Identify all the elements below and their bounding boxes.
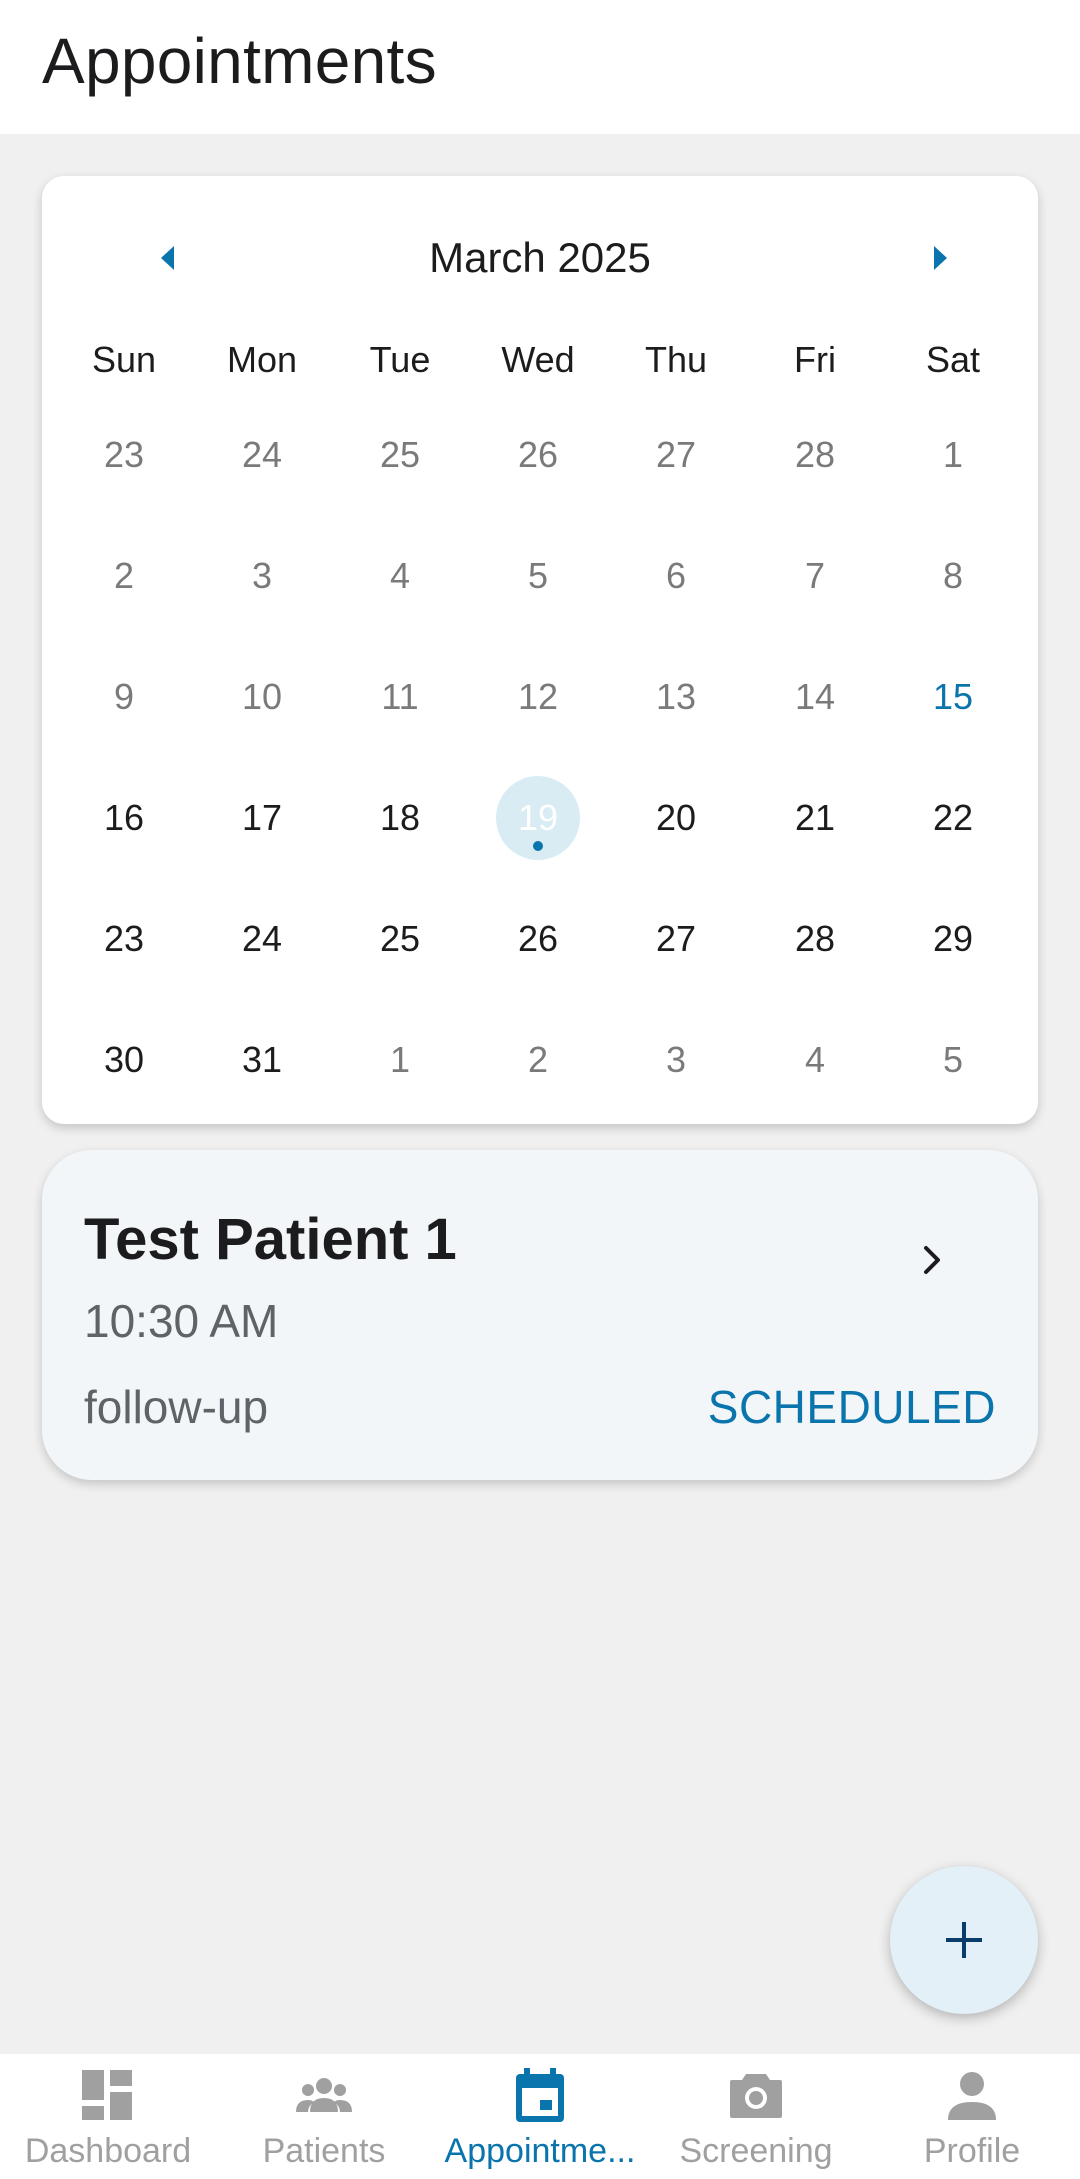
calendar-day[interactable]: 28 bbox=[765, 889, 865, 989]
person-icon bbox=[948, 2072, 996, 2120]
calendar-day[interactable]: 24 bbox=[212, 405, 312, 505]
calendar-day[interactable]: 4 bbox=[350, 526, 450, 626]
calendar-day[interactable]: 8 bbox=[903, 526, 1003, 626]
calendar-day[interactable]: 25 bbox=[350, 405, 450, 505]
calendar-day[interactable]: 30 bbox=[74, 1010, 174, 1110]
weekday-label: Wed bbox=[501, 339, 575, 380]
month-title: March 2025 bbox=[429, 234, 651, 281]
status-badge: SCHEDULED bbox=[707, 1381, 996, 1433]
calendar-card: March 2025 Sun Mon Tue Wed Thu Fri Sat 23 24 25 2… bbox=[42, 176, 1038, 1124]
calendar-day[interactable]: 1 bbox=[350, 1010, 450, 1110]
appointment-type: follow-up bbox=[84, 1381, 269, 1433]
calendar-header: March 2025 bbox=[42, 176, 1038, 326]
page-title: Appointments bbox=[42, 25, 437, 97]
nav-appointments[interactable]: Appointme... bbox=[432, 2054, 648, 2179]
nav-screening[interactable]: Screening bbox=[648, 2054, 864, 2179]
day-number: 19 bbox=[517, 797, 559, 838]
calendar-day[interactable]: 3 bbox=[626, 1010, 726, 1110]
nav-label-patients: Patients bbox=[262, 2132, 386, 2170]
nav-profile[interactable]: Profile bbox=[864, 2054, 1080, 2179]
weekday-row: Sun Mon Tue Wed Thu Fri Sat bbox=[42, 330, 1038, 390]
nav-label-appointments: Appointme... bbox=[444, 2132, 636, 2170]
appointment-indicator-dot bbox=[533, 841, 543, 851]
calendar-day[interactable]: 23 bbox=[74, 405, 174, 505]
calendar-day[interactable]: 7 bbox=[765, 526, 865, 626]
calendar-day[interactable]: 27 bbox=[626, 889, 726, 989]
calendar-day[interactable]: 24 bbox=[212, 889, 312, 989]
calendar-day[interactable]: 26 bbox=[488, 405, 588, 505]
nav-patients[interactable]: Patients bbox=[216, 2054, 432, 2179]
calendar-day[interactable]: 2 bbox=[488, 1010, 588, 1110]
nav-dashboard[interactable]: Dashboard bbox=[0, 2054, 216, 2179]
calendar-day-selected[interactable]: 19 bbox=[488, 768, 588, 868]
nav-label-profile: Profile bbox=[923, 2132, 1021, 2170]
bottom-navigation: Dashboard Patients Appointme... Screenin… bbox=[0, 2054, 1080, 2179]
calendar-day-today[interactable]: 15 bbox=[903, 647, 1003, 747]
nav-label-dashboard: Dashboard bbox=[24, 2132, 192, 2170]
appointment-time: 10:30 AM bbox=[84, 1295, 279, 1347]
calendar-day[interactable]: 10 bbox=[212, 647, 312, 747]
caret-right-icon bbox=[934, 246, 947, 270]
calendar-day[interactable]: 5 bbox=[903, 1010, 1003, 1110]
calendar-day[interactable]: 1 bbox=[903, 405, 1003, 505]
calendar-day[interactable]: 6 bbox=[626, 526, 726, 626]
calendar-day[interactable]: 18 bbox=[350, 768, 450, 868]
nav-label-screening: Screening bbox=[679, 2132, 833, 2170]
weekday-label: Thu bbox=[644, 339, 708, 380]
calendar-day[interactable]: 23 bbox=[74, 889, 174, 989]
patients-icon bbox=[296, 2078, 352, 2112]
camera-icon bbox=[730, 2074, 782, 2118]
chevron-right-icon bbox=[924, 1246, 940, 1274]
calendar-day[interactable]: 9 bbox=[74, 647, 174, 747]
calendar-day[interactable]: 3 bbox=[212, 526, 312, 626]
weekday-label: Tue bbox=[369, 339, 431, 380]
calendar-day[interactable]: 29 bbox=[903, 889, 1003, 989]
calendar-day[interactable]: 2 bbox=[74, 526, 174, 626]
add-appointment-button[interactable] bbox=[890, 1866, 1038, 2014]
calendar-day[interactable]: 16 bbox=[74, 768, 174, 868]
calendar-day[interactable]: 12 bbox=[488, 647, 588, 747]
plus-icon bbox=[946, 1922, 982, 1958]
app-header: Appointments bbox=[0, 0, 1080, 134]
calendar-day[interactable]: 20 bbox=[626, 768, 726, 868]
app-root: Appointments March 2025 Sun Mon Tue Wed Thu F… bbox=[0, 0, 1080, 2179]
calendar-day[interactable]: 31 bbox=[212, 1010, 312, 1110]
calendar-day[interactable]: 11 bbox=[350, 647, 450, 747]
weekday-label: Sun bbox=[91, 339, 157, 380]
weekday-label: Mon bbox=[226, 339, 298, 380]
dashboard-icon bbox=[82, 2070, 132, 2120]
calendar-icon bbox=[516, 2068, 564, 2122]
patient-name: Test Patient 1 bbox=[84, 1207, 457, 1272]
calendar-day[interactable]: 28 bbox=[765, 405, 865, 505]
appointment-card[interactable]: Test Patient 1 10:30 AM follow-up SCHEDU… bbox=[42, 1150, 1038, 1480]
calendar-day[interactable]: 14 bbox=[765, 647, 865, 747]
calendar-day[interactable]: 27 bbox=[626, 405, 726, 505]
calendar-day[interactable]: 22 bbox=[903, 768, 1003, 868]
calendar-day[interactable]: 5 bbox=[488, 526, 588, 626]
weekday-label: Sat bbox=[925, 339, 981, 380]
calendar-day[interactable]: 17 bbox=[212, 768, 312, 868]
weekday-label: Fri bbox=[794, 339, 836, 380]
calendar-day[interactable]: 26 bbox=[488, 889, 588, 989]
calendar-day[interactable]: 25 bbox=[350, 889, 450, 989]
next-month-button[interactable] bbox=[910, 228, 970, 288]
calendar-day[interactable]: 4 bbox=[765, 1010, 865, 1110]
calendar-day[interactable]: 13 bbox=[626, 647, 726, 747]
calendar-day[interactable]: 21 bbox=[765, 768, 865, 868]
